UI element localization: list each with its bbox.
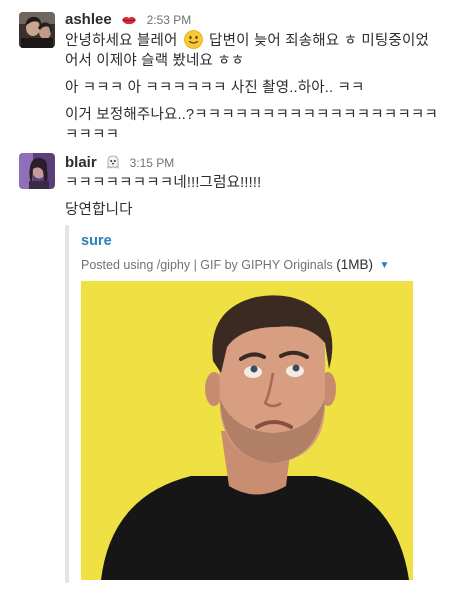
message-text: 답변이 늦어 죄송해요 ㅎ 미팅중이었 xyxy=(209,33,430,49)
avatar-ashlee[interactable] xyxy=(19,12,55,48)
attachment-source: Posted using /giphy | GIF by GIPHY Origi… xyxy=(81,258,333,272)
caret-down-icon[interactable]: ▼ xyxy=(379,260,389,271)
sender-name[interactable]: ashlee xyxy=(65,11,112,28)
message-line: 아 ㅋㅋㅋ 아 ㅋㅋㅋㅋㅋㅋ 사진 촬영..하아.. ㅋㅋ xyxy=(65,80,365,96)
ghost-emoji-icon xyxy=(106,155,120,174)
lips-emoji-icon xyxy=(121,13,137,31)
giphy-attachment: sure Posted using /giphy | GIF by GIPHY … xyxy=(65,225,425,585)
slightly-smiling-face-icon xyxy=(183,30,203,49)
attachment-title[interactable]: sure xyxy=(81,233,112,249)
message-line: 당연합니다 xyxy=(65,202,133,218)
attachment-size: (1MB) xyxy=(336,257,373,272)
avatar-blair[interactable] xyxy=(19,153,55,189)
attachment-bar xyxy=(65,225,69,583)
timestamp[interactable]: 2:53 PM xyxy=(147,13,192,27)
message-line: 안녕하세요 블레어 답변이 늦어 죄송해요 ㅎ 미팅중이었 xyxy=(65,30,429,51)
message-line: 이거 보정해주나요..?ㅋㅋㅋㅋㅋㅋㅋㅋㅋㅋㅋㅋㅋㅋㅋㅋㅋㅋ xyxy=(65,107,438,123)
attachment-meta: Posted using /giphy | GIF by GIPHY Origi… xyxy=(81,257,389,272)
sender-name[interactable]: blair xyxy=(65,154,97,171)
message-line: ㅋㅋㅋㅋㅋㅋㅋㅋ네!!!그럼요!!!!! xyxy=(65,175,262,191)
message-line: ㅋㅋㅋㅋ xyxy=(65,127,120,143)
timestamp[interactable]: 3:15 PM xyxy=(130,156,175,170)
message-text: 안녕하세요 블레어 xyxy=(65,33,178,49)
message-line: 어서 이제야 슬랙 봤네요 ㅎㅎ xyxy=(65,53,245,69)
giphy-gif-image[interactable] xyxy=(81,281,413,580)
